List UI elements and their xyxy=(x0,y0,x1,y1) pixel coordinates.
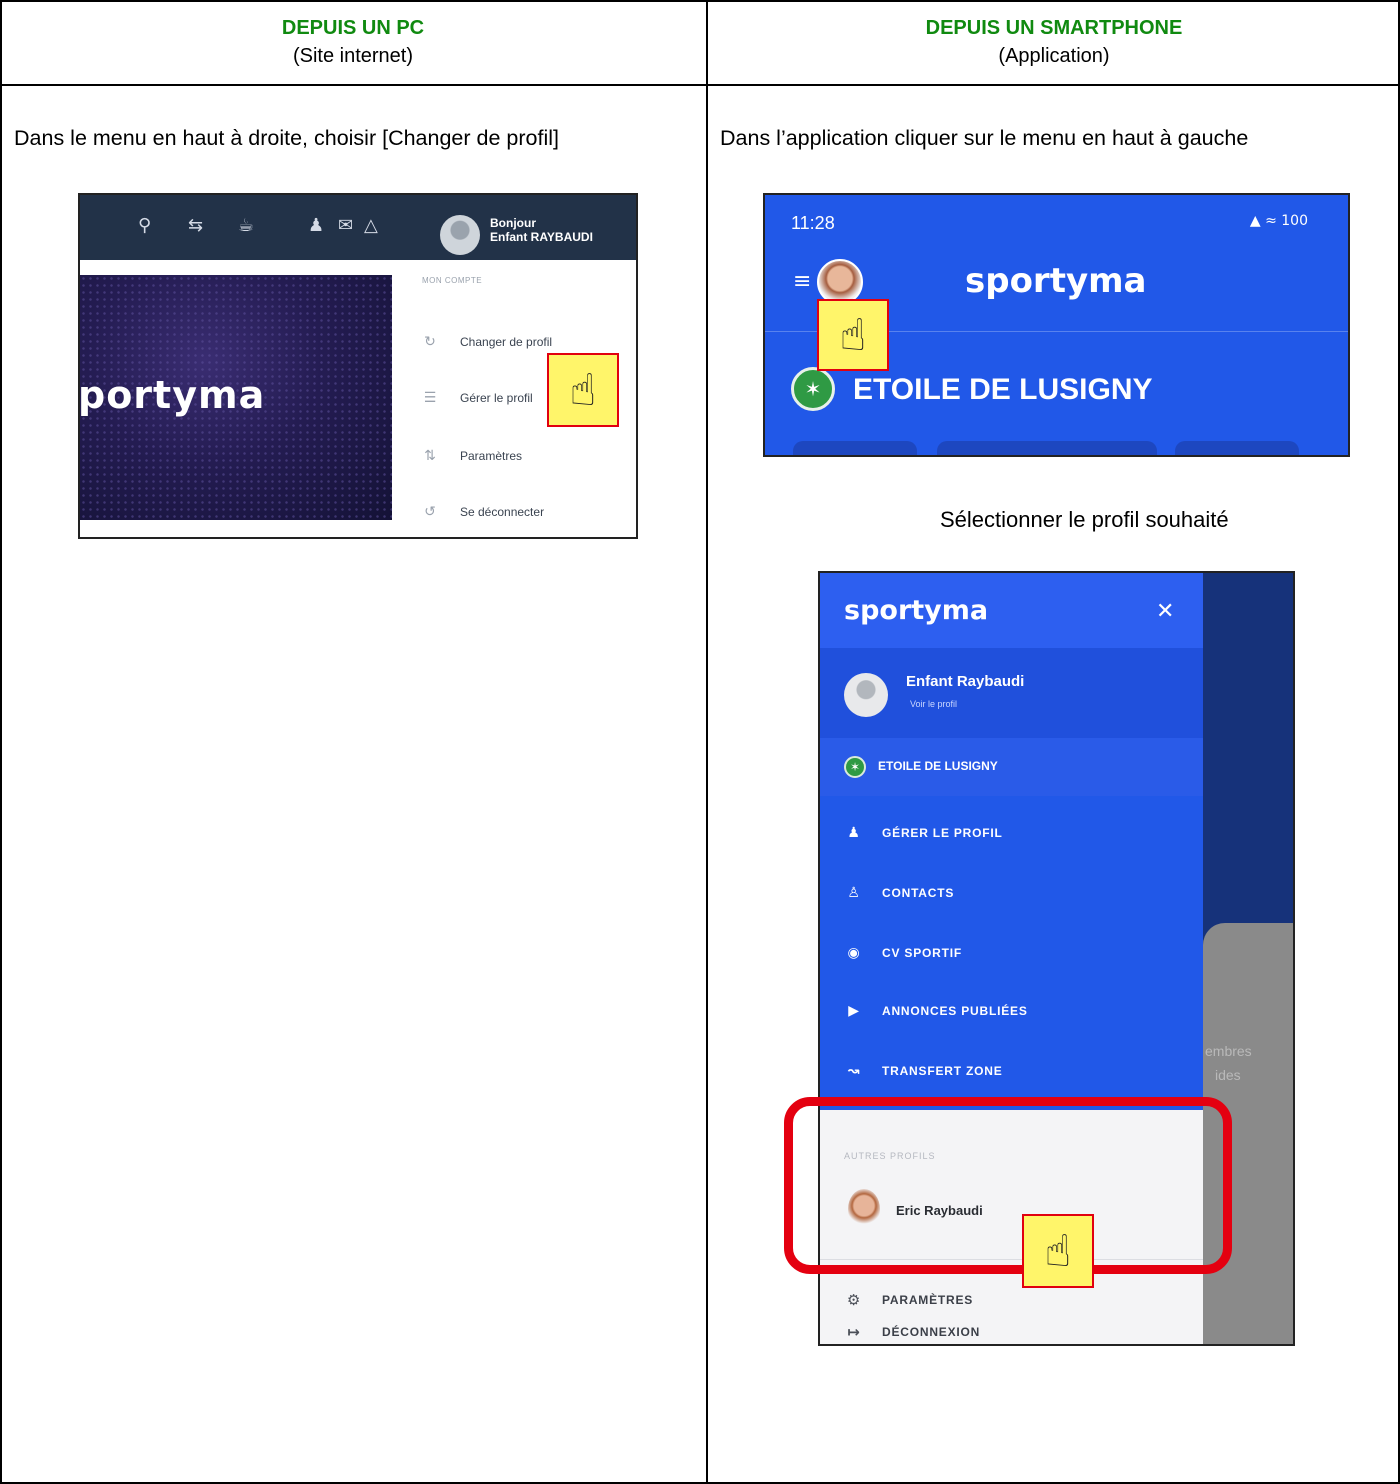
manage-profile-icon: ♟ xyxy=(847,825,861,841)
drawer-item-cv-sportif[interactable]: ◉ CV SPORTIF xyxy=(844,945,962,961)
drawer-item-annonces[interactable]: ▶ ANNONCES PUBLIÉES xyxy=(844,1003,1028,1019)
avatar[interactable] xyxy=(440,215,480,255)
pc-topbar: ⚲ ⇆ ☕ ♟ ✉ △ Bonjour Enfant RAYBAUDI xyxy=(80,195,636,260)
pc-screenshot: ⚲ ⇆ ☕ ♟ ✉ △ Bonjour Enfant RAYBAUDI port… xyxy=(78,193,638,539)
header-pc: DEPUIS UN PC (Site internet) xyxy=(0,14,706,70)
gear-icon: ⚙ xyxy=(846,1291,862,1309)
club-name: ETOILE DE LUSIGNY xyxy=(853,373,1153,406)
logout-icon: ↦ xyxy=(847,1323,861,1341)
column-divider xyxy=(706,0,708,1484)
contacts-icon: ♙ xyxy=(847,885,861,901)
instruction-phone-step2: Sélectionner le profil souhaité xyxy=(940,507,1229,532)
menu-item-label: Paramètres xyxy=(460,449,523,463)
hamburger-menu-icon[interactable]: ≡ xyxy=(793,269,811,294)
menu-item-logout[interactable]: ↺ Se déconnecter xyxy=(422,504,544,520)
menu-item-label: Changer de profil xyxy=(460,335,553,349)
user-greeting[interactable]: Bonjour Enfant RAYBAUDI xyxy=(490,216,593,244)
drawer-item-label: ANNONCES PUBLIÉES xyxy=(882,1004,1028,1018)
logout-icon: ↺ xyxy=(424,504,436,520)
view-profile-link[interactable]: Voir le profil xyxy=(910,699,957,709)
search-icon[interactable]: ⚲ xyxy=(138,215,151,236)
drawer-item-label: CONTACTS xyxy=(882,886,955,900)
drawer-item-label: CV SPORTIF xyxy=(882,946,963,960)
header-pc-title: DEPUIS UN PC xyxy=(281,17,425,39)
mail-icon[interactable]: ✉ xyxy=(338,215,353,236)
click-hand-icon: ☝ xyxy=(1022,1214,1094,1288)
header-smartphone: DEPUIS UN SMARTPHONE (Application) xyxy=(708,14,1400,70)
list-icon: ☰ xyxy=(423,390,437,406)
header-divider xyxy=(0,84,1400,86)
club-name[interactable]: ETOILE DE LUSIGNY xyxy=(878,759,998,773)
tab[interactable] xyxy=(1175,441,1299,455)
megaphone-icon: ▶ xyxy=(848,1003,860,1019)
menu-item-settings[interactable]: ⇅ Paramètres xyxy=(422,448,522,464)
close-icon[interactable]: ✕ xyxy=(1156,599,1174,624)
background-header xyxy=(1203,573,1293,948)
drawer-item-contacts[interactable]: ♙ CONTACTS xyxy=(844,885,954,901)
menu-item-label: Gérer le profil xyxy=(460,391,533,405)
click-hand-icon: ☝ xyxy=(817,299,889,371)
phone-header-screenshot: 11:28 ▲ ≈ 100 ≡ sportyma ✶ ETOILE DE LUS… xyxy=(763,193,1350,457)
sliders-icon: ⇅ xyxy=(424,448,436,464)
bell-icon[interactable]: △ xyxy=(364,215,378,236)
drawer-item-label: GÉRER LE PROFIL xyxy=(882,826,1003,840)
header-smartphone-title: DEPUIS UN SMARTPHONE xyxy=(925,17,1183,39)
background-text: embres xyxy=(1205,1043,1252,1059)
menu-item-label: Se déconnecter xyxy=(460,505,545,519)
menu-item-switch-profile[interactable]: ↻ Changer de profil xyxy=(422,334,552,350)
trophy-icon[interactable]: ☕ xyxy=(238,215,254,236)
avatar[interactable] xyxy=(844,673,888,717)
transfer-icon: ↝ xyxy=(847,1063,861,1079)
switch-icon: ↻ xyxy=(424,334,436,350)
club-logo-icon: ✶ xyxy=(844,756,866,778)
app-brand: sportyma xyxy=(965,261,1147,301)
group-icon[interactable]: ♟ xyxy=(308,215,324,236)
status-icons: ▲ ≈ 100 xyxy=(1249,213,1308,229)
user-name: Enfant RAYBAUDI xyxy=(490,230,593,244)
tab[interactable] xyxy=(937,441,1157,455)
repeat-icon[interactable]: ⇆ xyxy=(188,215,203,236)
background-text: ides xyxy=(1215,1067,1241,1083)
play-icon: ◉ xyxy=(847,945,861,961)
drawer-item-label: TRANSFERT ZONE xyxy=(882,1064,1003,1078)
profile-name[interactable]: Enfant Raybaudi xyxy=(906,673,1024,690)
header-pc-subtitle: (Site internet) xyxy=(292,45,414,67)
drawer-brand: sportyma xyxy=(844,595,989,626)
instruction-phone-step1: Dans l’application cliquer sur le menu e… xyxy=(720,126,1249,150)
instruction-pc: Dans le menu en haut à droite, choisir [… xyxy=(14,126,559,150)
tab[interactable] xyxy=(793,441,917,455)
drawer-item-settings[interactable]: ⚙ PARAMÈTRES xyxy=(844,1291,973,1309)
highlight-box xyxy=(784,1097,1232,1274)
menu-header: MON COMPTE xyxy=(422,276,483,285)
sportyma-logo: portyma xyxy=(80,373,266,417)
club-logo-icon: ✶ xyxy=(791,367,835,411)
menu-item-manage-profile[interactable]: ☰ Gérer le profil xyxy=(422,390,533,406)
drawer-item-label: DÉCONNEXION xyxy=(882,1325,981,1339)
greeting-text: Bonjour xyxy=(490,216,536,230)
header-smartphone-subtitle: (Application) xyxy=(998,45,1110,67)
drawer-item-transfert[interactable]: ↝ TRANSFERT ZONE xyxy=(844,1063,1003,1079)
status-time: 11:28 xyxy=(791,213,835,233)
click-hand-icon: ☝ xyxy=(547,353,619,427)
battery-level: 100 xyxy=(1281,213,1308,229)
hero-banner: portyma xyxy=(80,275,392,520)
drawer-item-manage-profile[interactable]: ♟ GÉRER LE PROFIL xyxy=(844,825,1003,841)
drawer-item-label: PARAMÈTRES xyxy=(882,1293,974,1307)
drawer-item-logout[interactable]: ↦ DÉCONNEXION xyxy=(844,1323,980,1341)
